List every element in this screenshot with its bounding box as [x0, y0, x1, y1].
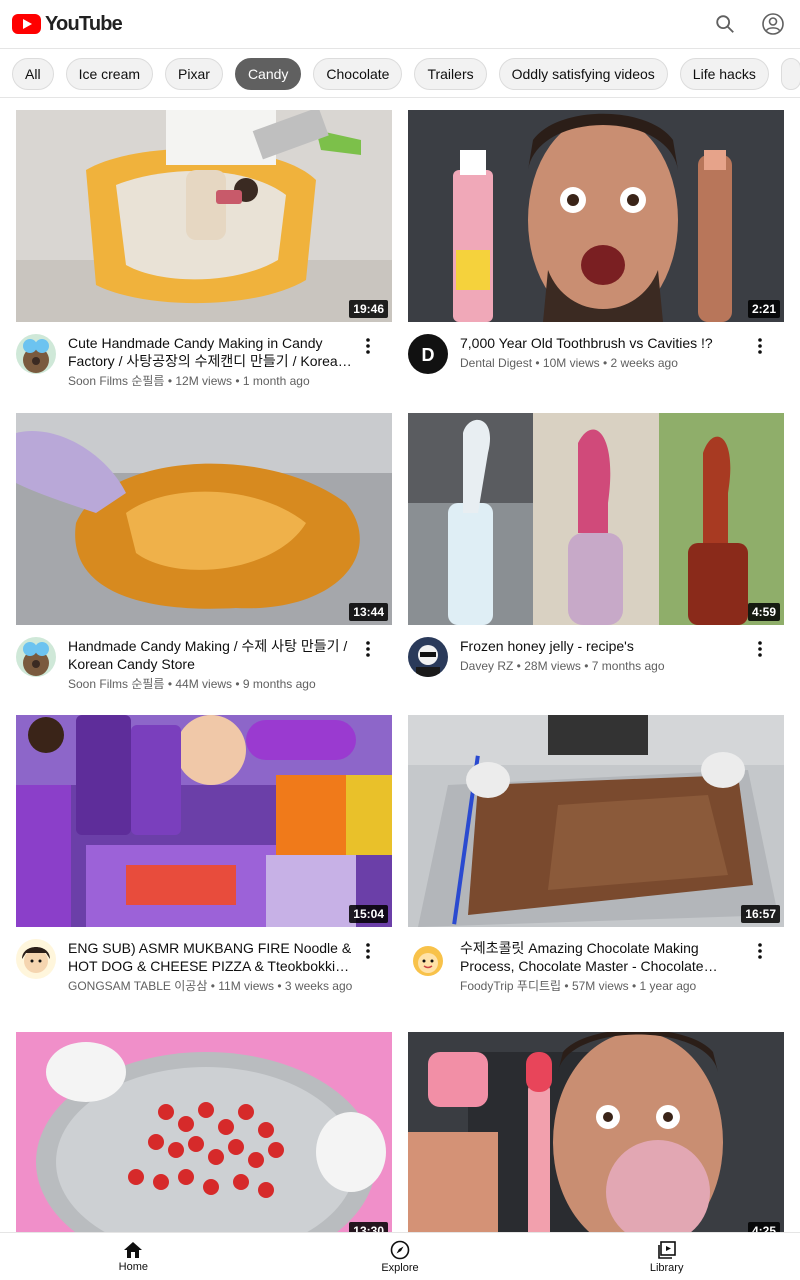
video-duration: 13:44 [349, 603, 388, 621]
video-thumbnail[interactable]: 19:46 [16, 110, 392, 322]
video-card[interactable]: 4:25 [408, 1032, 784, 1244]
nav-home[interactable]: Home [73, 1241, 193, 1273]
top-app-bar: YouTube [0, 0, 800, 48]
video-metadata: Davey RZ 28M views 7 months ago [460, 658, 748, 675]
video-thumbnail[interactable]: 13:44 [16, 413, 392, 625]
video-metadata: FoodyTrip 푸디트립 57M views 1 year ago [460, 978, 748, 995]
more-vert-icon[interactable] [356, 334, 380, 358]
video-card[interactable]: 16:57 수제초콜릿 Amazing Chocolate Making Pro… [408, 715, 784, 1032]
compass-icon [390, 1240, 410, 1259]
channel-name[interactable]: Soon Films 순필름 [68, 374, 164, 388]
channel-name[interactable]: FoodyTrip 푸디트립 [460, 979, 561, 993]
more-vert-icon[interactable] [748, 637, 772, 661]
chip-oddly-satisfying[interactable]: Oddly satisfying videos [498, 58, 668, 90]
upload-age: 3 weeks ago [284, 979, 353, 993]
more-vert-icon[interactable] [356, 939, 380, 963]
chip-chocolate[interactable]: Chocolate [313, 58, 403, 90]
video-duration: 2:21 [747, 300, 780, 318]
more-vert-icon[interactable] [356, 637, 380, 661]
more-vert-icon[interactable] [748, 334, 772, 358]
video-card[interactable]: 4:59 Frozen honey jelly - recipe's Davey… [408, 413, 784, 715]
video-metadata: Soon Films 순필름 44M views 9 months ago [68, 676, 356, 693]
youtube-play-icon [12, 14, 41, 34]
view-count: 12M views [175, 374, 233, 388]
channel-avatar[interactable]: D [408, 334, 448, 374]
chip-ice-cream[interactable]: Ice cream [65, 58, 154, 90]
video-duration: 15:04 [349, 905, 388, 923]
chip-trailers[interactable]: Trailers [414, 58, 487, 90]
channel-avatar[interactable] [16, 334, 56, 374]
channel-name[interactable]: Dental Digest [460, 356, 532, 370]
channel-name[interactable]: Soon Films 순필름 [68, 677, 164, 691]
channel-avatar[interactable] [16, 939, 56, 979]
video-card[interactable]: 15:04 ENG SUB) ASMR MUKBANG FIRE Noodle … [16, 715, 392, 1032]
chip-more[interactable] [780, 58, 800, 90]
logo-text: YouTube [45, 12, 123, 35]
video-thumbnail[interactable]: 15:04 [16, 715, 392, 927]
video-card[interactable]: 13:44 Handmade Candy Making / 수제 사탕 만들기 … [16, 413, 392, 715]
upload-age: 2 weeks ago [610, 356, 678, 370]
video-thumbnail[interactable]: 4:25 [408, 1032, 784, 1244]
channel-avatar[interactable] [16, 637, 56, 677]
chip-life-hacks[interactable]: Life hacks [679, 58, 769, 90]
upload-age: 1 year ago [639, 979, 697, 993]
svg-text:D: D [422, 345, 435, 365]
view-count: 11M views [218, 979, 275, 993]
video-metadata: Dental Digest 10M views 2 weeks ago [460, 355, 748, 372]
youtube-logo[interactable]: YouTube [12, 12, 123, 36]
video-title[interactable]: Handmade Candy Making / 수제 사탕 만들기 / Kore… [68, 637, 356, 673]
video-card[interactable]: 2:21 D 7,000 Year Old Toothbrush vs Cavi… [408, 110, 784, 413]
video-duration: 16:57 [741, 905, 780, 923]
channel-avatar[interactable] [408, 939, 448, 979]
upload-age: 1 month ago [242, 374, 310, 388]
chip-all[interactable]: All [12, 58, 54, 90]
video-thumbnail[interactable]: 4:59 [408, 413, 784, 625]
search-icon[interactable] [712, 11, 738, 37]
upload-age: 7 months ago [591, 659, 665, 673]
chip-pixar[interactable]: Pixar [165, 58, 223, 90]
home-icon [124, 1241, 143, 1258]
video-title[interactable]: ENG SUB) ASMR MUKBANG FIRE Noodle & HOT … [68, 939, 356, 975]
view-count: 44M views [175, 677, 233, 691]
nav-library[interactable]: Library [607, 1240, 727, 1274]
chip-bar: All Ice cream Pixar Candy Chocolate Trai… [0, 48, 800, 98]
bottom-navigation: Home Explore Library [0, 1232, 800, 1280]
video-title[interactable]: Frozen honey jelly - recipe's [460, 637, 748, 655]
nav-library-label: Library [649, 1261, 684, 1274]
video-metadata: Soon Films 순필름 12M views 1 month ago [68, 373, 356, 390]
video-duration: 4:59 [747, 603, 780, 621]
nav-home-label: Home [118, 1260, 148, 1273]
nav-explore-label: Explore [381, 1261, 419, 1274]
video-thumbnail[interactable]: 13:30 [16, 1032, 392, 1244]
library-icon [657, 1240, 676, 1259]
upload-age: 9 months ago [242, 677, 316, 691]
video-title[interactable]: 7,000 Year Old Toothbrush vs Cavities !? [460, 334, 748, 352]
channel-name[interactable]: GONGSAM TABLE 이공삼 [68, 979, 207, 993]
account-icon[interactable] [760, 11, 786, 37]
video-thumbnail[interactable]: 16:57 [408, 715, 784, 927]
video-title[interactable]: Cute Handmade Candy Making in Candy Fact… [68, 334, 356, 370]
more-vert-icon[interactable] [748, 939, 772, 963]
view-count: 57M views [571, 979, 629, 993]
video-title[interactable]: 수제초콜릿 Amazing Chocolate Making Process, … [460, 939, 748, 975]
chip-candy[interactable]: Candy [234, 58, 302, 90]
video-feed: 19:46 Cute Handmade Candy Making in Cand… [16, 110, 784, 1244]
video-card[interactable]: 19:46 Cute Handmade Candy Making in Cand… [16, 110, 392, 413]
channel-name[interactable]: Davey RZ [460, 659, 513, 673]
view-count: 10M views [542, 356, 600, 370]
view-count: 28M views [524, 659, 581, 673]
video-metadata: GONGSAM TABLE 이공삼 11M views 3 weeks ago [68, 978, 356, 995]
video-duration: 19:46 [349, 300, 388, 318]
video-card[interactable]: 13:30 [16, 1032, 392, 1244]
video-thumbnail[interactable]: 2:21 [408, 110, 784, 322]
nav-explore[interactable]: Explore [340, 1240, 460, 1274]
channel-avatar[interactable] [408, 637, 448, 677]
